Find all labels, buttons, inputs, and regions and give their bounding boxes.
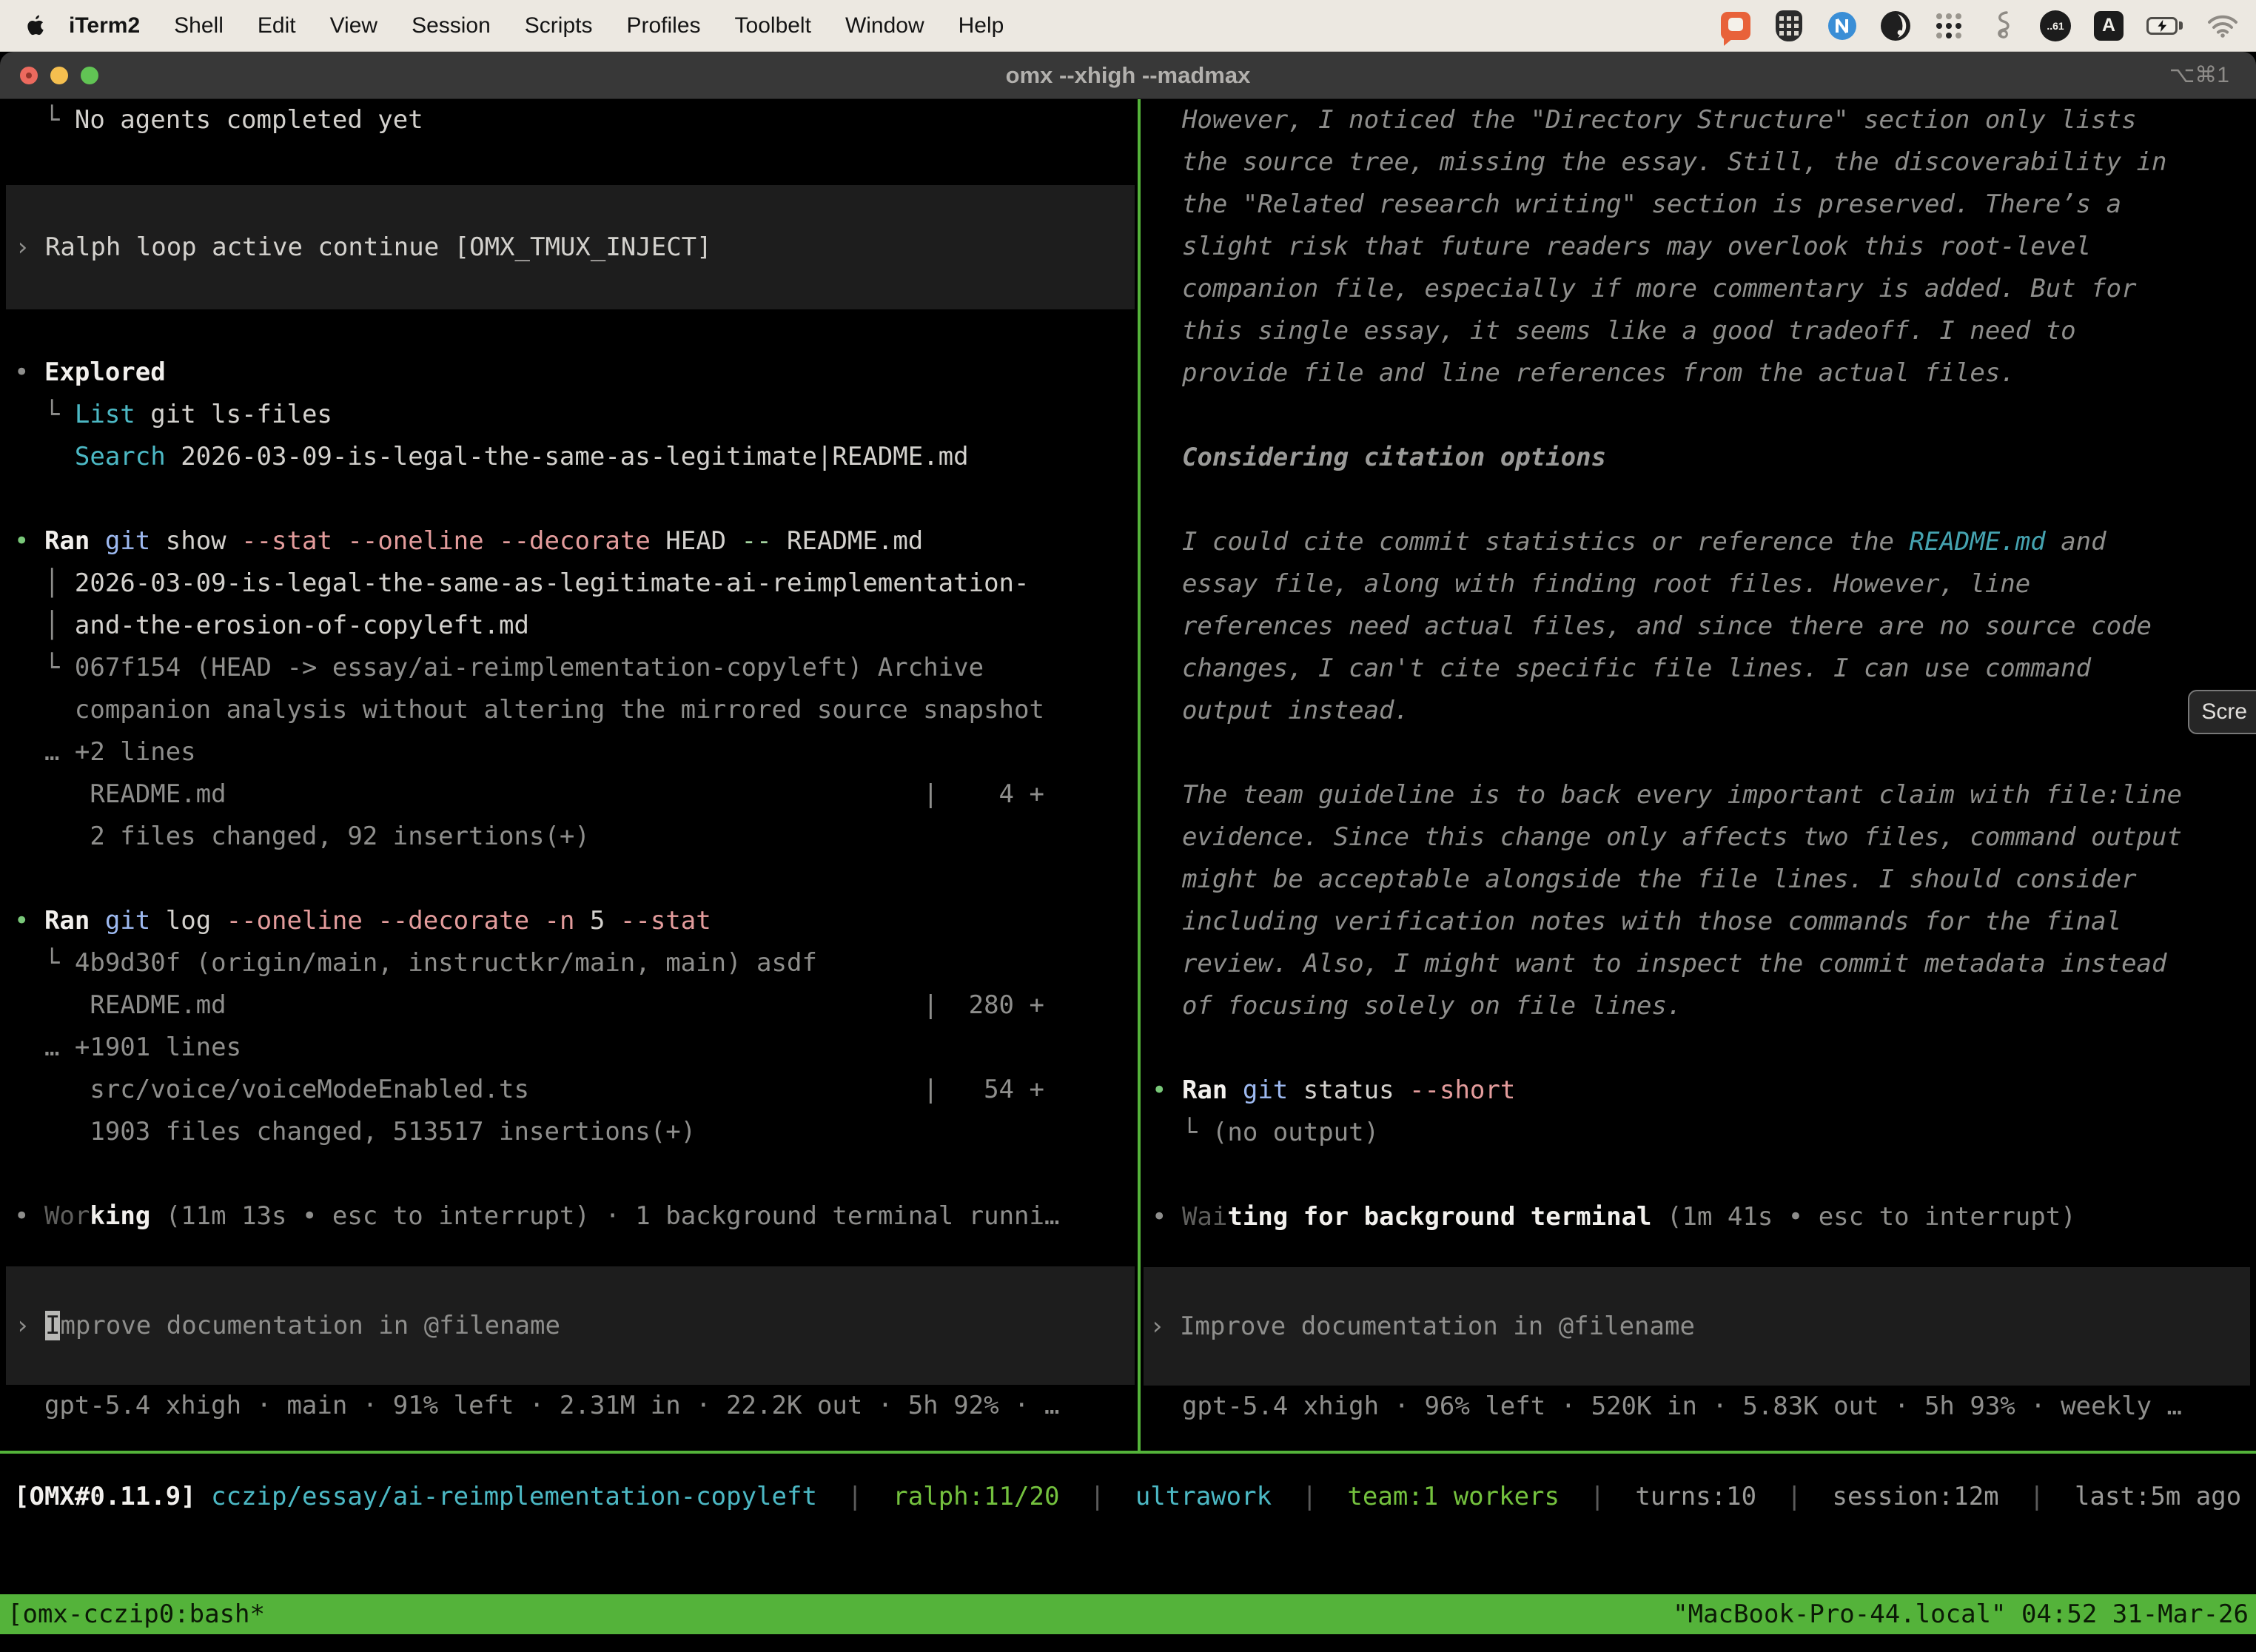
wifi-icon[interactable] [2206,9,2240,43]
pane-bottom-border [0,1451,2256,1454]
terminal-line: The team guideline is to back every impo… [1141,774,2256,816]
menu-bar: iTerm2ShellEditViewSessionScriptsProfile… [0,0,2256,52]
battery-percent-gauge-icon[interactable]: ..61 [2038,9,2072,43]
terminal-line: README.md | 280 + [0,984,1138,1027]
terminal-line: of focusing solely on file lines. [1141,985,2256,1027]
terminal-line: might be acceptable alongside the file l… [1141,859,2256,901]
title-bar[interactable]: omx --xhigh --madmax ⌥⌘1 [0,52,2256,99]
terminal-line: gpt-5.4 xhigh · 96% left · 520K in · 5.8… [1141,1386,2256,1428]
terminal-line: However, I noticed the "Directory Struct… [1141,99,2256,141]
menu-item-help[interactable]: Help [941,13,1021,38]
prompt-input-box[interactable]: › Improve documentation in @filename [6,1266,1135,1385]
terminal-line [0,478,1138,520]
blue-badge-icon[interactable] [1825,9,1859,43]
terminal-line: Search 2026-03-09-is-legal-the-same-as-l… [0,436,1138,478]
terminal-line: slight risk that future readers may over… [1141,226,2256,268]
menu-item-iterm2[interactable]: iTerm2 [52,13,157,38]
menu-item-edit[interactable]: Edit [241,13,313,38]
terminal-line: I could cite commit statistics or refere… [1141,521,2256,563]
input-source-label: A [2094,11,2124,41]
terminal-line: └ List git ls-files [0,394,1138,436]
right-pane[interactable]: However, I noticed the "Directory Struct… [1141,99,2256,1451]
terminal-line [0,141,1138,184]
omx-status-bar: [OMX#0.11.9] cczip/essay/ai-reimplementa… [0,1475,2256,1518]
terminal-line: • Ran git show --stat --oneline --decora… [0,520,1138,563]
terminal-line: … +2 lines [0,731,1138,773]
terminal-line: └ No agents completed yet [0,99,1138,141]
terminal-line: output instead. [1141,690,2256,732]
terminal-line: including verification notes with those … [1141,901,2256,943]
terminal-line: the "Related research writing" section i… [1141,184,2256,226]
terminal-line: … +1901 lines [0,1027,1138,1069]
terminal-line: review. Also, I might want to inspect th… [1141,943,2256,985]
terminal-line: essay file, along with finding root file… [1141,563,2256,605]
terminal-line: • Ran git log --oneline --decorate -n 5 … [0,900,1138,942]
terminal-line: │ and-the-erosion-of-copyleft.md [0,605,1138,647]
window-title: omx --xhigh --madmax [0,62,2256,89]
tmux-status-bar: [omx-cczip0:bash* "MacBook-Pro-44.local"… [0,1594,2256,1634]
terminal-line: evidence. Since this change only affects… [1141,816,2256,859]
input-source-a-icon[interactable]: A [2092,9,2126,43]
terminal-line: changes, I can't cite specific file line… [1141,648,2256,690]
screen-tab[interactable]: Scre [2188,690,2256,734]
tmux-session-label: [omx-cczip0:bash* [7,1599,265,1629]
iterm-window: omx --xhigh --madmax ⌥⌘1 └ No agents com… [0,52,2256,1652]
terminal-line: └ (no output) [1141,1112,2256,1154]
terminal-line [1141,394,2256,437]
screen-tab-label: Scre [2201,699,2247,725]
menu-item-profiles[interactable]: Profiles [609,13,717,38]
terminal-line: │ 2026-03-09-is-legal-the-same-as-legiti… [0,563,1138,605]
terminal-line: README.md | 4 + [0,773,1138,816]
window-shortcut: ⌥⌘1 [2169,62,2229,88]
menu-item-session[interactable]: Session [395,13,508,38]
gauge-label: ..61 [2040,10,2071,41]
terminal-line: 2 files changed, 92 insertions(+) [0,816,1138,858]
left-pane[interactable]: └ No agents completed yet › Ralph loop ac… [0,99,1138,1451]
terminal-line: this single essay, it seems like a good … [1141,310,2256,352]
terminal-line: • Working (11m 13s • esc to interrupt) ·… [0,1195,1138,1238]
terminal-line: • Waiting for background terminal (1m 41… [1141,1196,2256,1238]
terminal-line [1141,1027,2256,1070]
terminal-line: the source tree, missing the essay. Stil… [1141,141,2256,184]
terminal-line: companion analysis without altering the … [0,689,1138,731]
prompt-input-box[interactable]: › Improve documentation in @filename [1144,1267,2250,1386]
terminal-line: gpt-5.4 xhigh · main · 91% left · 2.31M … [0,1385,1138,1427]
terminal-line: • Ran git status --short [1141,1070,2256,1112]
terminal-line: └ 4b9d30f (origin/main, instructkr/main,… [0,942,1138,984]
menu-items: iTerm2ShellEditViewSessionScriptsProfile… [52,13,1021,38]
chat-app-icon[interactable] [1719,9,1753,43]
terminal-line: src/voice/voiceModeEnabled.ts | 54 + [0,1069,1138,1111]
status-icons: ..61 A [1719,9,2256,43]
menu-item-view[interactable]: View [313,13,395,38]
battery-icon[interactable] [2145,9,2186,43]
menu-item-shell[interactable]: Shell [157,13,241,38]
apple-logo-icon[interactable] [27,15,44,36]
terminal-line [1141,732,2256,774]
menu-item-scripts[interactable]: Scripts [508,13,610,38]
terminal[interactable]: └ No agents completed yet › Ralph loop ac… [0,99,2256,1652]
terminal-line: references need actual files, and since … [1141,605,2256,648]
terminal-line: └ 067f154 (HEAD -> essay/ai-reimplementa… [0,647,1138,689]
terminal-line: Considering citation options [1141,437,2256,479]
tmux-host-clock: "MacBook-Pro-44.local" 04:52 31-Mar-26 [1673,1599,2249,1629]
dark-disc-icon[interactable] [1879,9,1913,43]
terminal-line: 1903 files changed, 513517 insertions(+) [0,1111,1138,1153]
terminal-line [0,309,1138,352]
shield-keypad-icon[interactable] [1772,9,1806,43]
terminal-line: • Explored [0,352,1138,394]
terminal-line [1141,1154,2256,1196]
terminal-line: companion file, especially if more comme… [1141,268,2256,310]
terminal-line [0,858,1138,900]
terminal-line [0,1153,1138,1195]
terminal-line [1141,479,2256,521]
terminal-line: provide file and line references from th… [1141,352,2256,394]
dots-grid-icon[interactable] [1932,9,1966,43]
menu-item-toolbelt[interactable]: Toolbelt [718,13,828,38]
prompt-input-box[interactable]: › Ralph loop active continue [OMX_TMUX_I… [6,185,1135,309]
squiggle-app-icon[interactable] [1985,9,2019,43]
menu-item-window[interactable]: Window [828,13,941,38]
